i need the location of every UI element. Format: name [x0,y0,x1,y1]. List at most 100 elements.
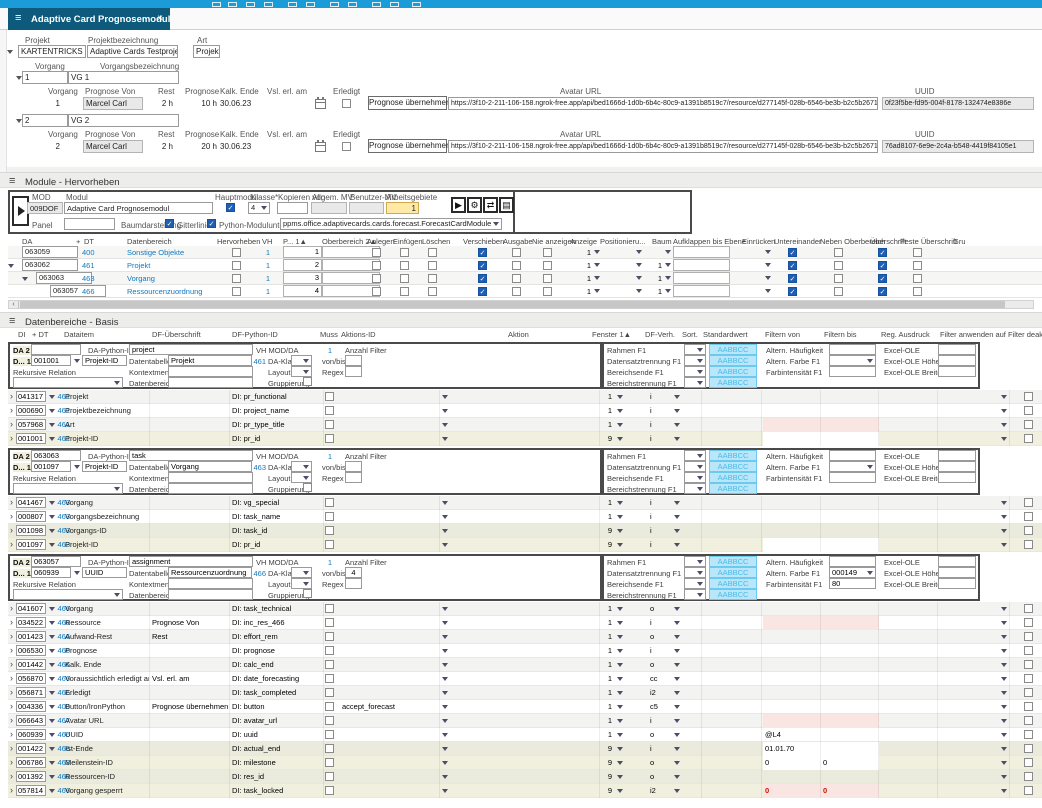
einruecken-select[interactable] [735,285,773,297]
chevron-down-icon[interactable] [697,381,703,385]
datenbereich-field[interactable] [168,589,253,600]
fenster-select[interactable]: 9 [592,540,612,549]
dataitem-label[interactable]: Projekt [63,390,150,404]
dataitem-label[interactable]: UUID [63,728,150,742]
calendar-icon[interactable] [315,99,326,109]
filter-deak-checkbox[interactable] [1024,688,1033,697]
dataitem-label[interactable]: Projektbezeichnung [63,404,150,418]
chevron-down-icon[interactable] [617,409,623,413]
datentabelle-field[interactable]: Ressourcenzuordnung [168,567,252,578]
standardwert-cell[interactable] [703,728,762,742]
chevron-down-icon[interactable] [442,677,448,681]
chevron-down-icon[interactable] [114,487,120,491]
positionierung-select[interactable] [606,272,644,284]
da-python-id-field[interactable]: assignment [129,556,253,567]
filtern-von-cell[interactable] [763,538,821,552]
standardwert-cell[interactable] [703,496,762,510]
fenster-select[interactable]: 1 [592,646,612,655]
aktions-id-cell[interactable] [340,658,440,672]
expand-icon[interactable] [10,391,13,401]
standardwert-cell[interactable] [703,770,762,784]
di-field[interactable]: 041467 [16,497,46,508]
df-verh-select[interactable]: cc [650,674,670,683]
aktions-id-cell[interactable] [340,644,440,658]
toolbar-icon[interactable] [390,2,399,7]
di-field[interactable]: 001097 [16,539,46,550]
chevron-down-icon[interactable] [617,543,623,547]
chevron-down-icon[interactable] [303,359,309,363]
chevron-down-icon[interactable] [49,761,55,765]
standardwert-cell[interactable] [703,756,762,770]
reg-ausdruck-cell[interactable] [879,404,938,418]
calendar-icon[interactable] [315,142,326,152]
chevron-down-icon[interactable] [765,250,771,254]
chevron-down-icon[interactable] [49,501,55,505]
chevron-down-icon[interactable] [617,747,623,751]
reg-ausdruck-cell[interactable] [879,418,938,432]
chevron-down-icon[interactable] [674,543,680,547]
filtern-bis-cell[interactable] [821,630,879,644]
chevron-down-icon[interactable] [867,571,873,575]
vorgang-id-field[interactable]: 1 [22,71,68,84]
neben-oberbereich-checkbox[interactable] [834,248,843,257]
da-klasse-select[interactable] [291,567,312,578]
col-vh[interactable]: VH [262,237,272,246]
aktions-id-cell[interactable]: accept_forecast [340,700,440,714]
col-baum[interactable]: Baum [652,237,672,246]
reg-ausdruck-cell[interactable] [879,686,938,700]
chevron-down-icon[interactable] [617,635,623,639]
filtern-von-cell[interactable]: 0 [763,784,821,798]
baum-select[interactable] [645,246,673,258]
standardwert-cell[interactable] [703,630,762,644]
reg-ausdruck-cell[interactable] [879,728,938,742]
aktions-id-cell[interactable] [340,496,440,510]
datenbereich-link[interactable]: Projekt [127,261,150,270]
col-df-python-id[interactable]: DF-Python-ID [232,330,278,339]
sort-cell[interactable] [684,510,702,524]
col-ausgabe[interactable]: Ausgabe [503,237,533,246]
di-name-field[interactable]: Projekt-ID [82,461,127,472]
aktions-id-cell[interactable] [340,510,440,524]
nie-anzeigen-checkbox[interactable] [543,274,552,283]
chevron-down-icon[interactable] [765,289,771,293]
filtern-von-cell[interactable] [763,510,821,524]
erledigt-checkbox[interactable] [342,99,351,108]
filtern-bis-cell[interactable] [821,770,879,784]
chevron-down-icon[interactable] [1001,529,1007,533]
chevron-down-icon[interactable] [674,423,680,427]
dataitem-label[interactable]: Vorgangs-ID [63,524,150,538]
hervorheben-checkbox[interactable] [232,248,241,257]
chevron-down-icon[interactable] [617,719,623,723]
chevron-down-icon[interactable] [765,276,771,280]
python-unterklasse-checkbox[interactable] [207,219,216,228]
df-verh-select[interactable]: i [650,392,670,401]
chevron-down-icon[interactable] [867,359,873,363]
df-verh-select[interactable]: i [650,618,670,627]
reg-ausdruck-cell[interactable] [879,510,938,524]
expand-icon[interactable] [10,497,13,507]
reg-ausdruck-cell[interactable] [879,672,938,686]
chevron-down-icon[interactable] [617,501,623,505]
chevron-down-icon[interactable] [49,747,55,751]
df-ueberschrift-cell[interactable] [150,418,230,432]
muss-checkbox[interactable] [325,512,334,521]
rekursive-relation-select[interactable] [13,589,123,600]
toolbar-icon[interactable] [412,2,421,7]
chevron-down-icon[interactable] [49,607,55,611]
col-aktion[interactable]: Aktion [508,330,529,339]
chevron-down-icon[interactable] [442,635,448,639]
col-sort[interactable]: Sort. [682,330,698,339]
expand-icon[interactable] [10,757,13,767]
sort-cell[interactable] [684,714,702,728]
chevron-down-icon[interactable] [442,775,448,779]
aktions-id-cell[interactable] [340,404,440,418]
chevron-down-icon[interactable] [49,677,55,681]
chevron-down-icon[interactable] [74,359,80,363]
di-field[interactable]: 001001 [16,433,46,444]
chevron-down-icon[interactable] [303,476,309,480]
filter-anwenden-cell[interactable] [938,784,1010,798]
fenster-select[interactable]: 1 [592,660,612,669]
chevron-down-icon[interactable] [49,423,55,427]
chevron-down-icon[interactable] [442,437,448,441]
reg-ausdruck-cell[interactable] [879,496,938,510]
